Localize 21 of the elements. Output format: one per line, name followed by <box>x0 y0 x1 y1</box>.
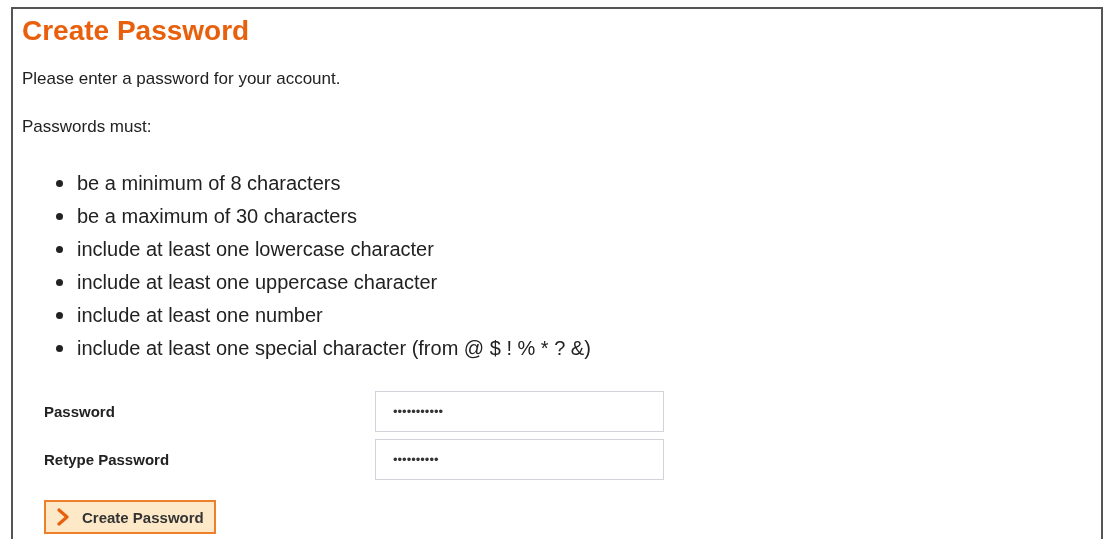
rule-text: include at least one uppercase character <box>77 271 438 294</box>
bullet-icon <box>56 279 63 286</box>
intro-text: Please enter a password for your account. <box>22 68 342 90</box>
rules-heading: Passwords must: <box>22 116 153 138</box>
chevron-icon <box>56 508 70 526</box>
rule-text: include at least one number <box>77 304 323 327</box>
rule-text: be a minimum of 8 characters <box>77 172 341 195</box>
bullet-icon <box>56 345 63 352</box>
password-field[interactable]: •••••••••• <box>375 439 664 480</box>
bullet-icon <box>56 213 63 220</box>
password-field[interactable]: ••••••••••• <box>375 391 664 432</box>
page-heading: Create Password <box>22 14 251 48</box>
rule-text: be a maximum of 30 characters <box>77 205 358 228</box>
create-password-button[interactable]: Create Password <box>44 500 216 534</box>
rule-text: include at least one lowercase character <box>77 238 434 261</box>
field-label: Password <box>44 403 116 420</box>
bullet-icon <box>56 246 63 253</box>
field-label: Retype Password <box>44 451 171 468</box>
bullet-icon <box>56 180 63 187</box>
bullet-icon <box>56 312 63 319</box>
rule-text: include at least one special character (from @ $ ! % * ? &) <box>77 337 591 360</box>
